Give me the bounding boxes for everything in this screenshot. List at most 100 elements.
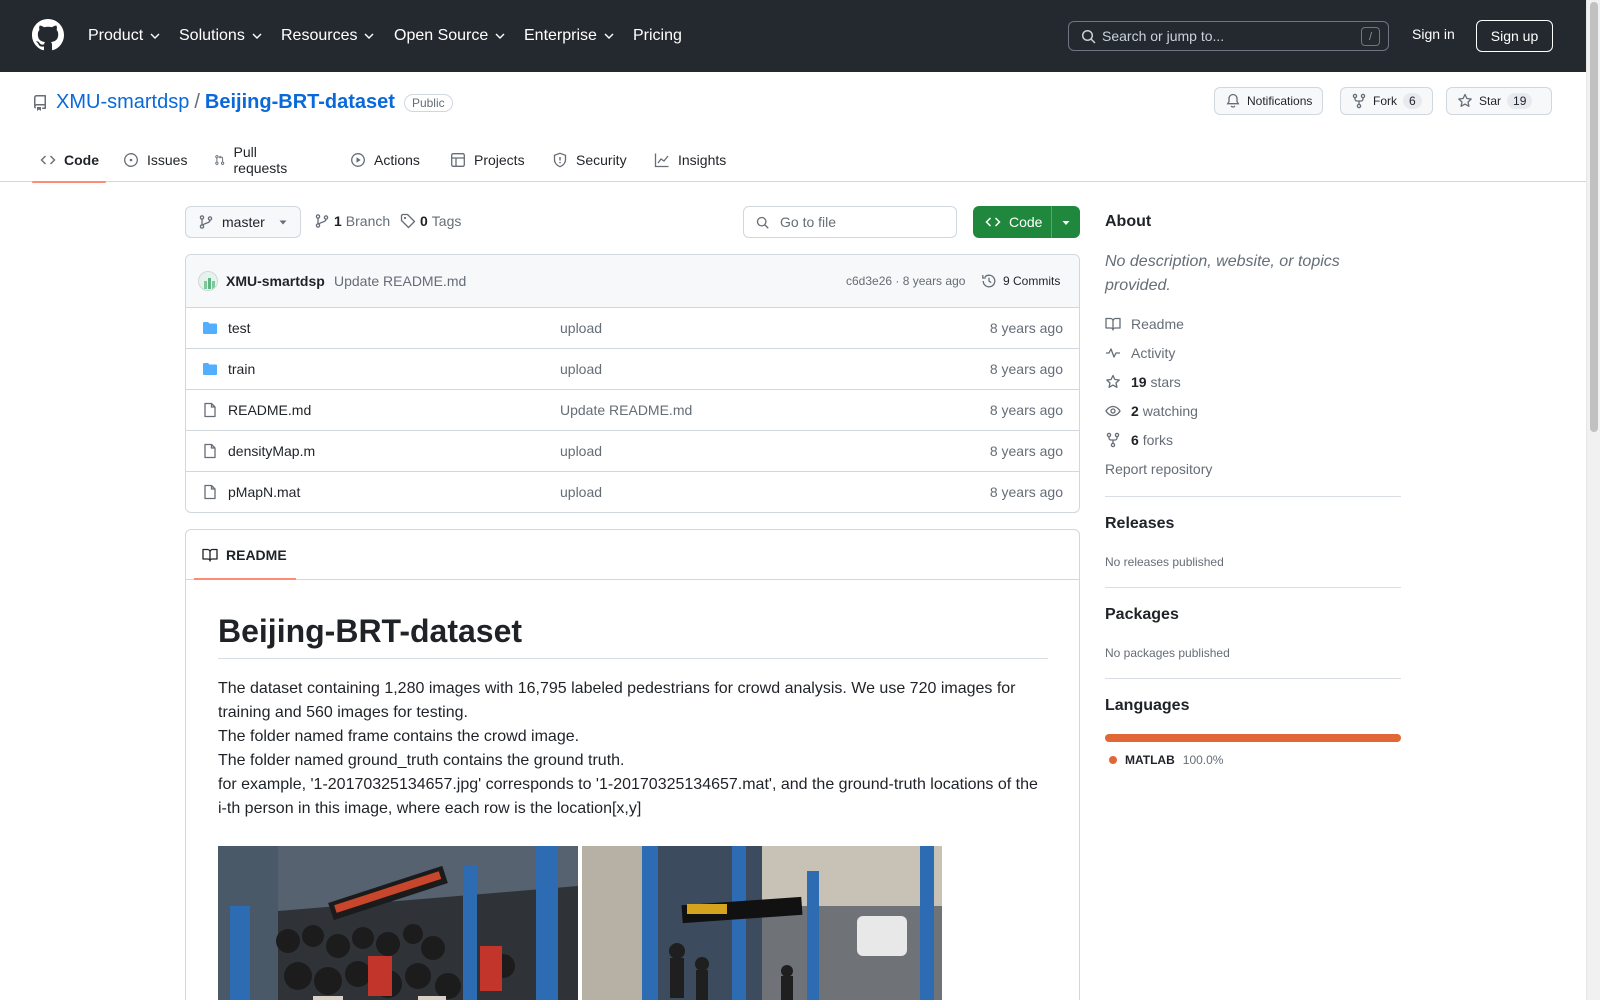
readme-link[interactable]: Readme bbox=[1105, 314, 1184, 334]
report-repository-link[interactable]: Report repository bbox=[1105, 459, 1212, 479]
fork-button[interactable]: Fork 6 bbox=[1340, 87, 1433, 115]
activity-link[interactable]: Activity bbox=[1105, 343, 1175, 363]
file-name-link[interactable]: README.md bbox=[228, 402, 311, 418]
file-name-link[interactable]: train bbox=[228, 361, 255, 377]
commit-message-link[interactable]: Update README.md bbox=[334, 273, 466, 289]
go-to-file-placeholder: Go to file bbox=[780, 214, 837, 230]
releases-empty-text: No releases published bbox=[1105, 555, 1224, 569]
nav-resources[interactable]: Resources bbox=[281, 24, 375, 48]
visibility-badge: Public bbox=[403, 93, 453, 112]
tab-security[interactable]: Security bbox=[544, 138, 635, 182]
watching-label: watching bbox=[1142, 403, 1198, 419]
about-heading: About bbox=[1105, 213, 1152, 230]
table-row[interactable]: test upload 8 years ago bbox=[186, 308, 1079, 349]
tab-projects-label: Projects bbox=[474, 152, 525, 168]
code-button-label: Code bbox=[1009, 214, 1043, 230]
tab-projects[interactable]: Projects bbox=[442, 138, 533, 182]
nav-open-source[interactable]: Open Source bbox=[394, 24, 506, 48]
tab-actions[interactable]: Actions bbox=[342, 138, 428, 182]
notifications-button[interactable]: Notifications bbox=[1214, 87, 1324, 115]
chevron-down-icon bbox=[150, 33, 160, 39]
divider bbox=[1105, 678, 1401, 679]
branch-selector[interactable]: master bbox=[185, 206, 301, 238]
file-commit-message-link[interactable]: upload bbox=[560, 443, 602, 459]
file-commit-message-link[interactable]: upload bbox=[560, 484, 602, 500]
scrollbar-thumb[interactable] bbox=[1590, 2, 1598, 432]
watchers-link[interactable]: 2 watching bbox=[1105, 401, 1198, 421]
commit-sha-time[interactable]: c6d3e26 · 8 years ago bbox=[846, 274, 965, 288]
table-row[interactable]: README.md Update README.md 8 years ago bbox=[186, 390, 1079, 431]
avatar[interactable] bbox=[198, 271, 218, 291]
sign-up-button[interactable]: Sign up bbox=[1476, 20, 1553, 52]
notifications-label: Notifications bbox=[1247, 94, 1313, 108]
repo-owner-link[interactable]: XMU-smartdsp bbox=[56, 91, 189, 114]
divider bbox=[1105, 496, 1401, 497]
tab-code[interactable]: Code bbox=[32, 138, 107, 183]
packages-empty-text: No packages published bbox=[1105, 646, 1230, 660]
tab-code-label: Code bbox=[64, 152, 99, 168]
forks-link[interactable]: 6 forks bbox=[1105, 430, 1173, 450]
language-item[interactable]: MATLAB 100.0% bbox=[1109, 753, 1223, 767]
file-commit-date: 8 years ago bbox=[989, 402, 1063, 418]
repo-name-link[interactable]: Beijing-BRT-dataset bbox=[205, 91, 395, 114]
table-row[interactable]: pMapN.mat upload 8 years ago bbox=[186, 472, 1079, 512]
tags-link[interactable]: 0 Tags bbox=[400, 213, 461, 229]
file-name-link[interactable]: test bbox=[228, 320, 251, 336]
code-dropdown-button[interactable]: Code bbox=[973, 206, 1080, 238]
branch-count-label: Branch bbox=[345, 213, 391, 229]
crowd-image-2[interactable] bbox=[582, 846, 942, 1000]
pulse-icon bbox=[1106, 348, 1120, 358]
file-name-link[interactable]: densityMap.m bbox=[228, 443, 315, 459]
nav-pricing[interactable]: Pricing bbox=[633, 24, 682, 48]
star-label: Star bbox=[1479, 94, 1502, 108]
folder-icon bbox=[203, 363, 217, 375]
star-button[interactable]: Star 19 bbox=[1446, 87, 1552, 115]
stars-count: 19 bbox=[1131, 374, 1147, 390]
readme-panel: README Beijing-BRT-dataset The dataset c… bbox=[185, 529, 1080, 1000]
page-scrollbar[interactable] bbox=[1586, 0, 1600, 1000]
fork-icon bbox=[1352, 93, 1366, 109]
file-name-link[interactable]: pMapN.mat bbox=[228, 484, 300, 500]
file-commit-message-link[interactable]: upload bbox=[560, 320, 602, 336]
chevron-down-icon bbox=[495, 33, 505, 39]
chevron-down-icon bbox=[364, 33, 374, 39]
tab-issues[interactable]: Issues bbox=[115, 138, 195, 182]
file-commit-message-link[interactable]: upload bbox=[560, 361, 602, 377]
file-commit-message-link[interactable]: Update README.md bbox=[560, 402, 692, 418]
code-icon bbox=[40, 155, 56, 165]
nav-enterprise-label: Enterprise bbox=[524, 27, 597, 44]
table-row[interactable]: densityMap.m upload 8 years ago bbox=[186, 431, 1079, 472]
language-percent: 100.0% bbox=[1182, 753, 1224, 767]
readme-tab-bar: README bbox=[186, 530, 1079, 580]
nav-resources-label: Resources bbox=[281, 27, 358, 44]
stars-link[interactable]: 19 stars bbox=[1105, 372, 1181, 392]
nav-solutions[interactable]: Solutions bbox=[179, 24, 263, 48]
nav-enterprise[interactable]: Enterprise bbox=[524, 24, 615, 48]
tab-issues-label: Issues bbox=[147, 152, 188, 168]
about-description: No description, website, or topics provi… bbox=[1105, 253, 1340, 294]
branch-name: master bbox=[222, 214, 265, 230]
breadcrumb-separator: / bbox=[194, 91, 200, 113]
commit-author-link[interactable]: XMU-smartdsp bbox=[226, 273, 325, 289]
tab-readme[interactable]: README bbox=[194, 530, 296, 580]
packages-heading[interactable]: Packages bbox=[1105, 606, 1179, 624]
branch-icon bbox=[315, 214, 329, 228]
branch-icon bbox=[199, 215, 213, 229]
commits-history-link[interactable]: 9 Commits bbox=[981, 273, 1060, 289]
releases-heading[interactable]: Releases bbox=[1105, 515, 1174, 533]
github-logo-icon[interactable] bbox=[32, 19, 64, 51]
tag-icon bbox=[400, 213, 416, 229]
readme-paragraph: for example, '1-20170325134657.jpg' corr… bbox=[218, 776, 1038, 817]
nav-product[interactable]: Product bbox=[88, 24, 161, 48]
file-commit-date: 8 years ago bbox=[989, 443, 1063, 459]
file-commit-date: 8 years ago bbox=[989, 361, 1063, 377]
sign-in-link[interactable]: Sign in bbox=[1412, 26, 1455, 42]
crowd-image-1[interactable] bbox=[218, 846, 578, 1000]
tab-pull-requests[interactable]: Pull requests bbox=[206, 138, 300, 182]
branches-link[interactable]: 1 Branch bbox=[314, 213, 390, 229]
search-input[interactable]: Search or jump to... / bbox=[1068, 21, 1389, 51]
go-to-file-input[interactable]: Go to file bbox=[743, 206, 957, 238]
tab-insights[interactable]: Insights bbox=[646, 138, 734, 182]
chevron-down-icon bbox=[604, 33, 614, 39]
table-row[interactable]: train upload 8 years ago bbox=[186, 349, 1079, 390]
